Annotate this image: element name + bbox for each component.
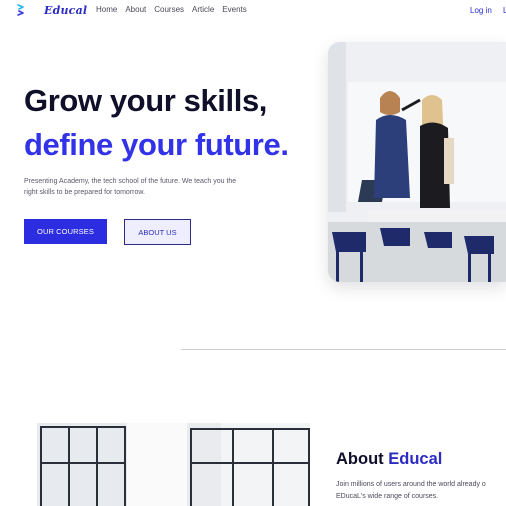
classroom-whiteboard-illustration [328,42,506,282]
about-description-line1: Join millions of users around the world … [336,481,486,488]
about-us-button[interactable]: ABOUT US [124,219,191,245]
nav-link-courses[interactable]: Courses [154,5,184,14]
nav-link-about[interactable]: About [125,5,146,14]
nav-link-events[interactable]: Events [222,5,246,14]
nav-link-home[interactable]: Home [96,5,117,14]
section-divider [181,349,506,350]
about-title-accent: Educal [388,450,443,468]
about-title: About Educal [336,450,442,469]
about-title-prefix: About [336,450,389,468]
hero-description-line2: right skills to be prepared for tomorrow… [24,189,145,196]
login-link[interactable]: Log in [470,6,492,15]
logo-mark-icon[interactable] [17,4,26,16]
hero-description: Presenting Academy, the tech school of t… [24,176,289,198]
about-description: Join millions of users around the world … [336,479,506,502]
our-courses-button[interactable]: OUR COURSES [24,219,107,244]
about-photo [37,423,310,506]
hero-title-line1: Grow your skills, [24,83,268,118]
hero-description-line1: Presenting Academy, the tech school of t… [24,178,237,185]
brand-name[interactable]: Educal [44,4,87,17]
nav-link-article[interactable]: Article [192,5,214,14]
office-windows-illustration [37,423,310,506]
top-navbar: Educal Home About Courses Article Events… [0,0,506,22]
about-description-line2: EDucaL's wide range of courses. [336,492,439,500]
hero-photo [328,42,506,282]
hero-title-line2: define your future. [24,127,289,162]
nav-links: Home About Courses Article Events [96,5,247,14]
